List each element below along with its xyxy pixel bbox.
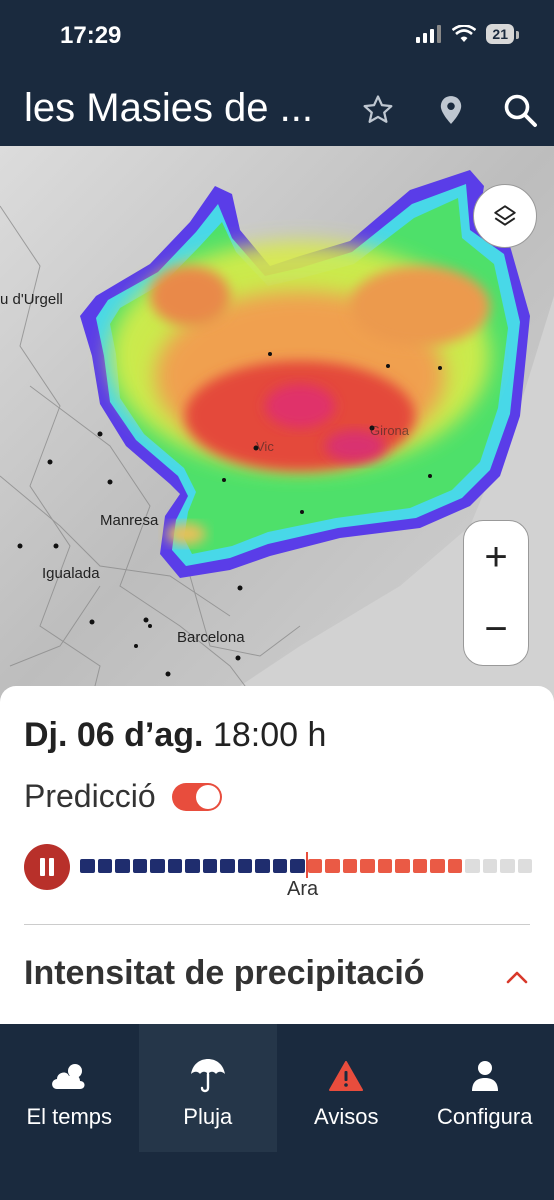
tab-avisos[interactable]: Avisos — [277, 1024, 416, 1152]
precip-magenta-1 — [265, 384, 335, 428]
expand-legend-button[interactable] — [502, 962, 532, 992]
layers-icon — [494, 205, 516, 226]
timeline-segment-past[interactable] — [97, 859, 112, 873]
tab-label: El temps — [26, 1104, 113, 1129]
forecast-day: Dj. 06 d’ag. — [24, 716, 204, 754]
tab-configura[interactable]: Configura — [416, 1024, 554, 1152]
timeline-segment-past[interactable] — [202, 859, 217, 873]
timeline-segment-past[interactable] — [237, 859, 252, 873]
radar-map[interactable]: u d'Urgell Manresa Igualada Barcelona Vi… — [0, 146, 554, 706]
bottom-tab-bar: El temps Pluja Avisos Configura — [0, 1024, 554, 1152]
location-pin-icon — [440, 96, 462, 124]
location-title[interactable]: les Masies de ... — [24, 86, 313, 131]
tab-el-temps[interactable]: El temps — [0, 1024, 139, 1152]
prediction-label: Predicció — [24, 778, 156, 814]
tab-label: Configura — [437, 1104, 533, 1129]
tab-label: Avisos — [314, 1104, 379, 1129]
timeline-segment-forecast[interactable] — [360, 859, 375, 873]
precip-yellow-spot — [166, 523, 206, 545]
pause-icon-bar — [49, 858, 54, 876]
umbrella-icon — [188, 1056, 228, 1096]
timeline-segment-forecast[interactable] — [412, 859, 427, 873]
layers-button[interactable] — [473, 184, 537, 248]
timeline-segment-unavailable[interactable] — [517, 859, 532, 873]
timeline-segment-unavailable[interactable] — [482, 859, 497, 873]
timeline-segment-past[interactable] — [290, 859, 305, 873]
timeline-segment-forecast[interactable] — [447, 859, 462, 873]
status-time: 17:29 — [60, 22, 122, 49]
divider — [24, 924, 530, 925]
tab-label: Pluja — [183, 1104, 233, 1129]
cloud-icon — [49, 1056, 89, 1096]
star-icon — [363, 95, 393, 123]
map-label-girona: Girona — [370, 423, 410, 438]
timeline-segment-past[interactable] — [167, 859, 182, 873]
now-label: Ara — [287, 878, 319, 900]
prediction-toggle[interactable] — [171, 782, 222, 811]
zoom-controls: + − — [463, 520, 529, 666]
now-marker — [306, 852, 308, 878]
timeline-segment-past[interactable] — [255, 859, 270, 873]
zoom-out-button[interactable]: − — [464, 593, 528, 665]
user-icon — [465, 1056, 505, 1096]
chevron-up-icon — [506, 971, 528, 984]
prediction-row: Predicció — [24, 778, 222, 815]
map-label-igualada: Igualada — [42, 565, 100, 582]
location-button[interactable] — [429, 88, 473, 132]
timeline-segment-unavailable[interactable] — [465, 859, 480, 873]
timeline-segment-past[interactable] — [185, 859, 200, 873]
precip-orange-north — [150, 266, 230, 326]
status-icons: 21 — [416, 24, 519, 44]
timeline-segment-forecast[interactable] — [307, 859, 322, 873]
favorite-button[interactable] — [356, 88, 400, 132]
timeline-segment-forecast[interactable] — [325, 859, 340, 873]
pause-button[interactable] — [24, 844, 70, 890]
signal-icon — [416, 25, 442, 43]
wifi-icon — [452, 25, 477, 42]
intensity-legend-title[interactable]: Intensitat de precipitació — [24, 954, 425, 993]
search-button[interactable] — [498, 88, 542, 132]
timeline-segment-forecast[interactable] — [430, 859, 445, 873]
status-bar: 17:29 21 — [0, 0, 554, 80]
timeline-segment-unavailable[interactable] — [500, 859, 515, 873]
map-label-manresa: Manresa — [100, 512, 159, 529]
warning-icon — [326, 1056, 366, 1096]
pause-icon-bar — [40, 858, 45, 876]
map-label-urgell: u d'Urgell — [0, 291, 63, 308]
timeline-segment-past[interactable] — [115, 859, 130, 873]
forecast-datetime: Dj. 06 d’ag. 18:00 h — [24, 716, 326, 755]
timeline-segment-past[interactable] — [80, 859, 95, 873]
toggle-knob — [195, 784, 220, 809]
search-icon — [504, 94, 537, 127]
forecast-panel: Dj. 06 d’ag. 18:00 h Predicció Ara Inten… — [0, 686, 554, 1026]
timeline-segment-forecast[interactable] — [395, 859, 410, 873]
timeline-segment-past[interactable] — [150, 859, 165, 873]
timeline-segment-past[interactable] — [220, 859, 235, 873]
tab-pluja[interactable]: Pluja — [138, 1024, 277, 1152]
timeline-segment-forecast[interactable] — [342, 859, 357, 873]
timeline-segment-past[interactable] — [272, 859, 287, 873]
timeline-segment-forecast[interactable] — [377, 859, 392, 873]
app-header: les Masies de ... — [0, 80, 554, 146]
map-label-vic: Vic — [256, 439, 274, 454]
battery-indicator: 21 — [486, 24, 519, 44]
precip-orange-east — [350, 266, 490, 346]
home-indicator-area — [0, 1152, 554, 1200]
map-label-barcelona: Barcelona — [177, 629, 245, 646]
zoom-in-button[interactable]: + — [464, 521, 528, 593]
forecast-hour: 18:00 h — [212, 716, 327, 754]
timeline-segment-past[interactable] — [132, 859, 147, 873]
